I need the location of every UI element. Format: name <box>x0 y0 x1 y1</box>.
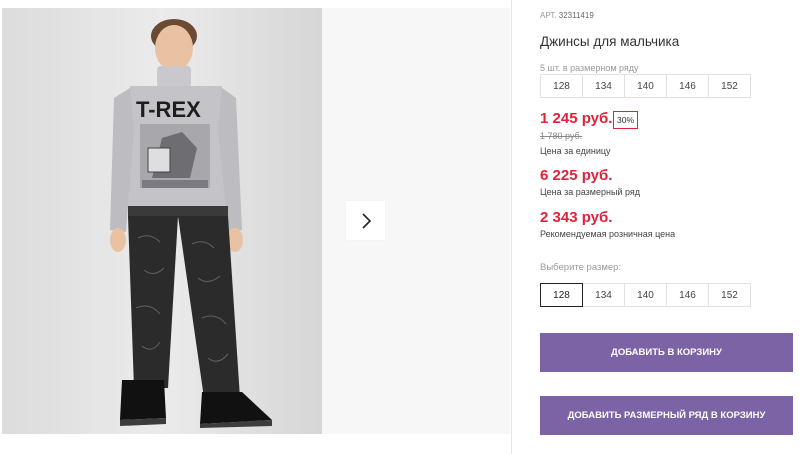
add-to-cart-button[interactable]: ДОБАВИТЬ В КОРЗИНУ <box>540 333 793 372</box>
size-option-140[interactable]: 140 <box>624 283 667 307</box>
size-option-146[interactable]: 146 <box>666 283 709 307</box>
rrp-price: 2 343 руб. <box>540 209 613 226</box>
size-set-row: 128 134 140 146 152 <box>540 74 751 98</box>
product-info: АРТ. 32311419 Джинсы для мальчика 5 шт. … <box>540 0 800 454</box>
product-title: Джинсы для мальчика <box>540 34 680 49</box>
size-option-134[interactable]: 134 <box>582 283 625 307</box>
unit-price-label: Цена за единицу <box>540 146 611 156</box>
product-gallery: T-REX <box>0 0 512 454</box>
next-image-button[interactable] <box>346 201 385 240</box>
t-rex-print: T-REX <box>136 97 210 188</box>
size-set-cell: 128 <box>540 74 583 98</box>
product-photo[interactable]: T-REX <box>2 8 322 434</box>
old-price: 1 780 руб. <box>540 131 583 141</box>
add-size-set-to-cart-button[interactable]: ДОБАВИТЬ РАЗМЕРНЫЙ РЯД В КОРЗИНУ <box>540 396 793 435</box>
set-price: 6 225 руб. <box>540 167 613 184</box>
size-set-cell: 146 <box>666 74 709 98</box>
svg-text:T-REX: T-REX <box>136 97 201 122</box>
size-set-cell: 134 <box>582 74 625 98</box>
unit-price: 1 245 руб. <box>540 110 613 127</box>
size-set-cell: 140 <box>624 74 667 98</box>
sku-value: 32311419 <box>558 11 594 20</box>
boy-model-image: T-REX <box>2 8 322 434</box>
set-price-label: Цена за размерный ряд <box>540 187 641 197</box>
size-option-128[interactable]: 128 <box>540 283 583 307</box>
discount-badge: 30% <box>613 111 639 129</box>
chevron-right-icon <box>361 212 371 229</box>
sku-label: АРТ. <box>540 11 557 20</box>
size-option-152[interactable]: 152 <box>708 283 751 307</box>
size-selector: 128 134 140 146 152 <box>540 283 751 307</box>
size-set-hint: 5 шт. в размерном ряду <box>540 63 639 73</box>
sku-line: АРТ. 32311419 <box>540 11 594 20</box>
size-set-cell: 152 <box>708 74 751 98</box>
choose-size-label: Выберите размер: <box>540 262 622 273</box>
rrp-price-label: Рекомендуемая розничная цена <box>540 229 676 239</box>
